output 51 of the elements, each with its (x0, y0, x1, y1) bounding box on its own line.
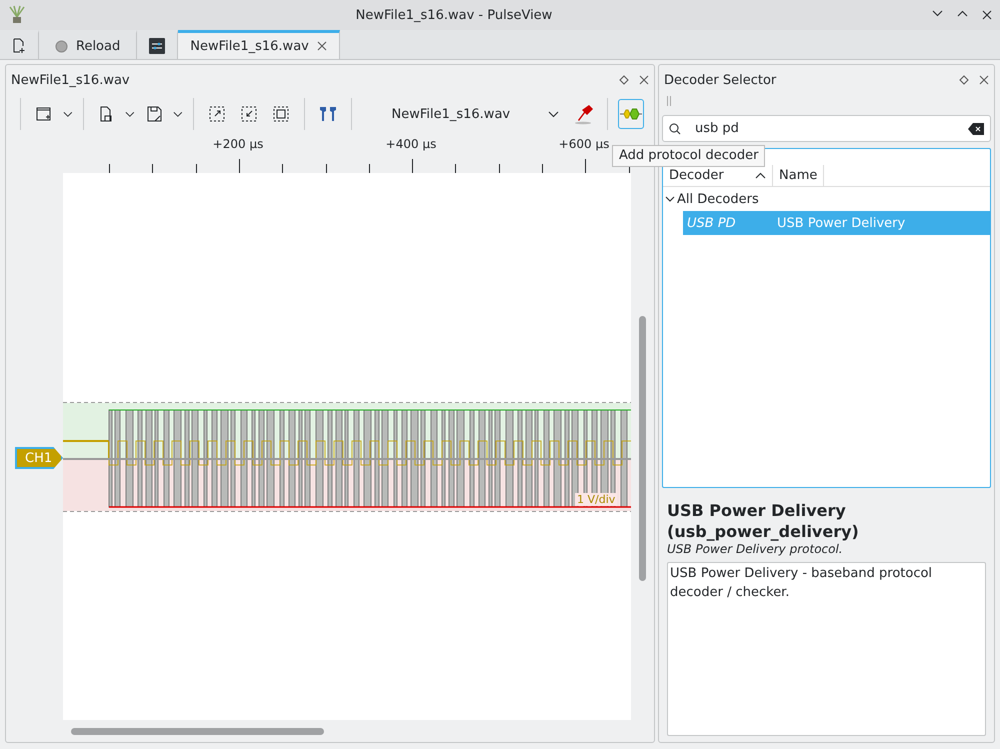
zoom-one-icon[interactable] (270, 104, 291, 124)
chevron-icon[interactable] (62, 110, 73, 118)
scale-label: 1 V/div (575, 493, 618, 506)
maximize-icon[interactable] (957, 10, 968, 17)
add-decoder-button[interactable] (618, 99, 644, 129)
decoder-icon (618, 107, 643, 121)
panel-title: Decoder Selector (664, 72, 778, 88)
window-title: NewFile1_s16.wav - PulseView (354, 8, 554, 22)
panel-title: NewFile1_s16.wav (11, 72, 131, 88)
tab-label: NewFile1_s16.wav (190, 38, 309, 54)
file-tab[interactable]: NewFile1_s16.wav (178, 30, 340, 59)
sliders-icon (149, 38, 166, 54)
close-icon[interactable] (639, 75, 649, 85)
column-header[interactable]: Decoder (663, 165, 773, 186)
decoder-id: USB PD (686, 216, 737, 230)
grip-icon (667, 96, 671, 106)
close-icon[interactable] (982, 10, 992, 20)
probe-icon[interactable] (573, 103, 596, 125)
chevron-icon[interactable] (548, 110, 560, 118)
new-document-icon (12, 38, 26, 54)
zoom-fit-icon[interactable] (206, 104, 227, 124)
minimize-icon[interactable] (932, 10, 943, 17)
reload-tab[interactable]: Reload (39, 30, 138, 59)
close-icon[interactable] (316, 41, 327, 51)
scrollbar-thumb[interactable] (638, 316, 646, 581)
expanded-icon[interactable] (665, 195, 675, 203)
tab-label: Reload (76, 38, 120, 54)
decoder-name: USB Power Delivery (776, 216, 906, 230)
clear-icon[interactable] (968, 122, 984, 134)
chevron-icon[interactable] (173, 110, 183, 118)
zoom-in-icon[interactable] (238, 104, 259, 124)
float-icon[interactable] (619, 75, 629, 85)
search-field[interactable]: usb pd (662, 115, 991, 142)
float-icon[interactable] (959, 75, 969, 85)
time-label: +400 µs (386, 137, 436, 151)
close-icon[interactable] (979, 75, 989, 85)
tooltip: Add protocol decoder (612, 145, 766, 167)
chevron-icon[interactable] (125, 110, 136, 118)
cursor-pair-icon[interactable] (318, 104, 338, 124)
app-logo-icon (8, 5, 26, 25)
decoder-title: USB Power Delivery (usb_power_delivery) (667, 500, 860, 542)
device-dropdown[interactable]: NewFile1_s16.wav (361, 99, 566, 129)
search-icon (669, 122, 681, 134)
tree-group[interactable]: All Decoders (663, 187, 990, 211)
decoder-summary: USB Power Delivery protocol. (667, 542, 844, 556)
time-label: +200 µs (212, 137, 264, 151)
record-icon (55, 40, 68, 52)
scrollbar-thumb[interactable] (71, 728, 324, 734)
column-header[interactable]: Name (773, 165, 824, 186)
description-box: USB Power Delivery - baseband protocol decoder / checker. (667, 562, 986, 736)
time-label: +600 µs (558, 137, 610, 151)
